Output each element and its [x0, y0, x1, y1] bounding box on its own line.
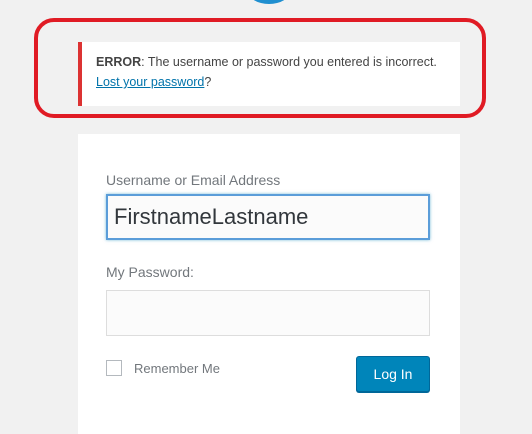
remember-me-checkbox[interactable]	[106, 360, 122, 376]
username-label: Username or Email Address	[106, 172, 281, 188]
login-form: Username or Email Address My Password: R…	[78, 134, 460, 434]
remember-me-label[interactable]: Remember Me	[134, 361, 220, 376]
username-input[interactable]	[106, 194, 430, 240]
log-in-button[interactable]: Log In	[356, 356, 430, 392]
remember-me-row[interactable]: Remember Me	[106, 360, 220, 376]
password-label: My Password:	[106, 264, 194, 280]
password-input[interactable]	[106, 290, 430, 336]
error-highlight-annotation	[34, 18, 486, 118]
wordpress-logo-icon[interactable]	[248, 0, 290, 4]
